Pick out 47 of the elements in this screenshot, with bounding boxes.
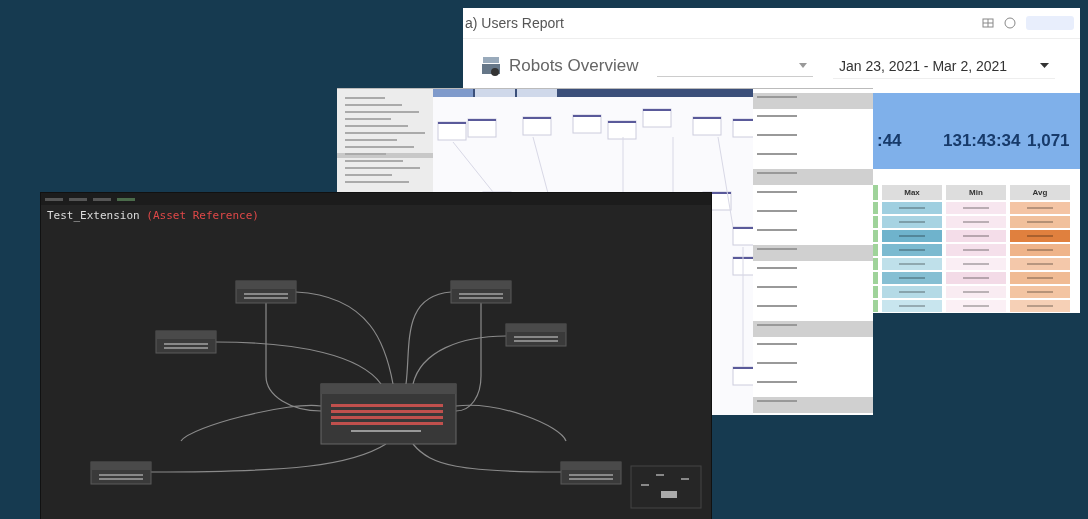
graph-node[interactable] — [505, 323, 567, 347]
heat-cell — [882, 272, 942, 284]
report-title: a) Users Report — [465, 15, 564, 31]
heat-cell — [946, 272, 1006, 284]
grid-icon[interactable] — [982, 18, 994, 28]
heat-cell — [946, 244, 1006, 256]
graph-node[interactable] — [320, 383, 457, 445]
graph-node[interactable] — [155, 330, 217, 354]
heat-cell — [882, 300, 942, 312]
heat-cell — [946, 258, 1006, 270]
caret-icon — [799, 63, 807, 68]
heat-cell — [882, 216, 942, 228]
heat-cell — [946, 300, 1006, 312]
graph-node[interactable] — [90, 461, 152, 485]
heat-cell — [882, 258, 942, 270]
graph-node[interactable] — [235, 280, 297, 304]
heat-cell — [1010, 286, 1070, 298]
caret-icon — [1040, 63, 1049, 68]
heat-cell — [1010, 244, 1070, 256]
chat-icon[interactable] — [1004, 17, 1016, 29]
heat-cell — [946, 216, 1006, 228]
column-header: Avg — [1010, 185, 1070, 200]
heat-cell — [946, 286, 1006, 298]
heat-cell — [1010, 202, 1070, 214]
heat-cell — [1010, 258, 1070, 270]
heat-cell — [1010, 230, 1070, 242]
heat-cell — [882, 286, 942, 298]
heat-cell — [946, 230, 1006, 242]
column-header: Max — [882, 185, 942, 200]
kpi-value: 131:43:34 — [943, 131, 1022, 151]
robot-logo-icon — [481, 55, 501, 77]
graph-title: Test_Extension (Asset Reference) — [47, 209, 259, 222]
kpi-value: 1,071 — [1027, 131, 1071, 151]
minimap-drawing — [630, 465, 702, 509]
heat-cell — [1010, 300, 1070, 312]
kpi-value: :44 — [877, 131, 903, 151]
heat-cell — [946, 202, 1006, 214]
date-range-picker[interactable]: Jan 23, 2021 - Mar 2, 2021 — [833, 53, 1055, 79]
column-header: Min — [946, 185, 1006, 200]
heat-cell — [882, 202, 942, 214]
heat-cell — [1010, 216, 1070, 228]
graph-node[interactable] — [450, 280, 512, 304]
heat-cell — [1010, 272, 1070, 284]
page-title: Robots Overview — [509, 56, 640, 76]
heat-cell — [882, 230, 942, 242]
heat-cell — [882, 244, 942, 256]
graph-node[interactable] — [560, 461, 622, 485]
